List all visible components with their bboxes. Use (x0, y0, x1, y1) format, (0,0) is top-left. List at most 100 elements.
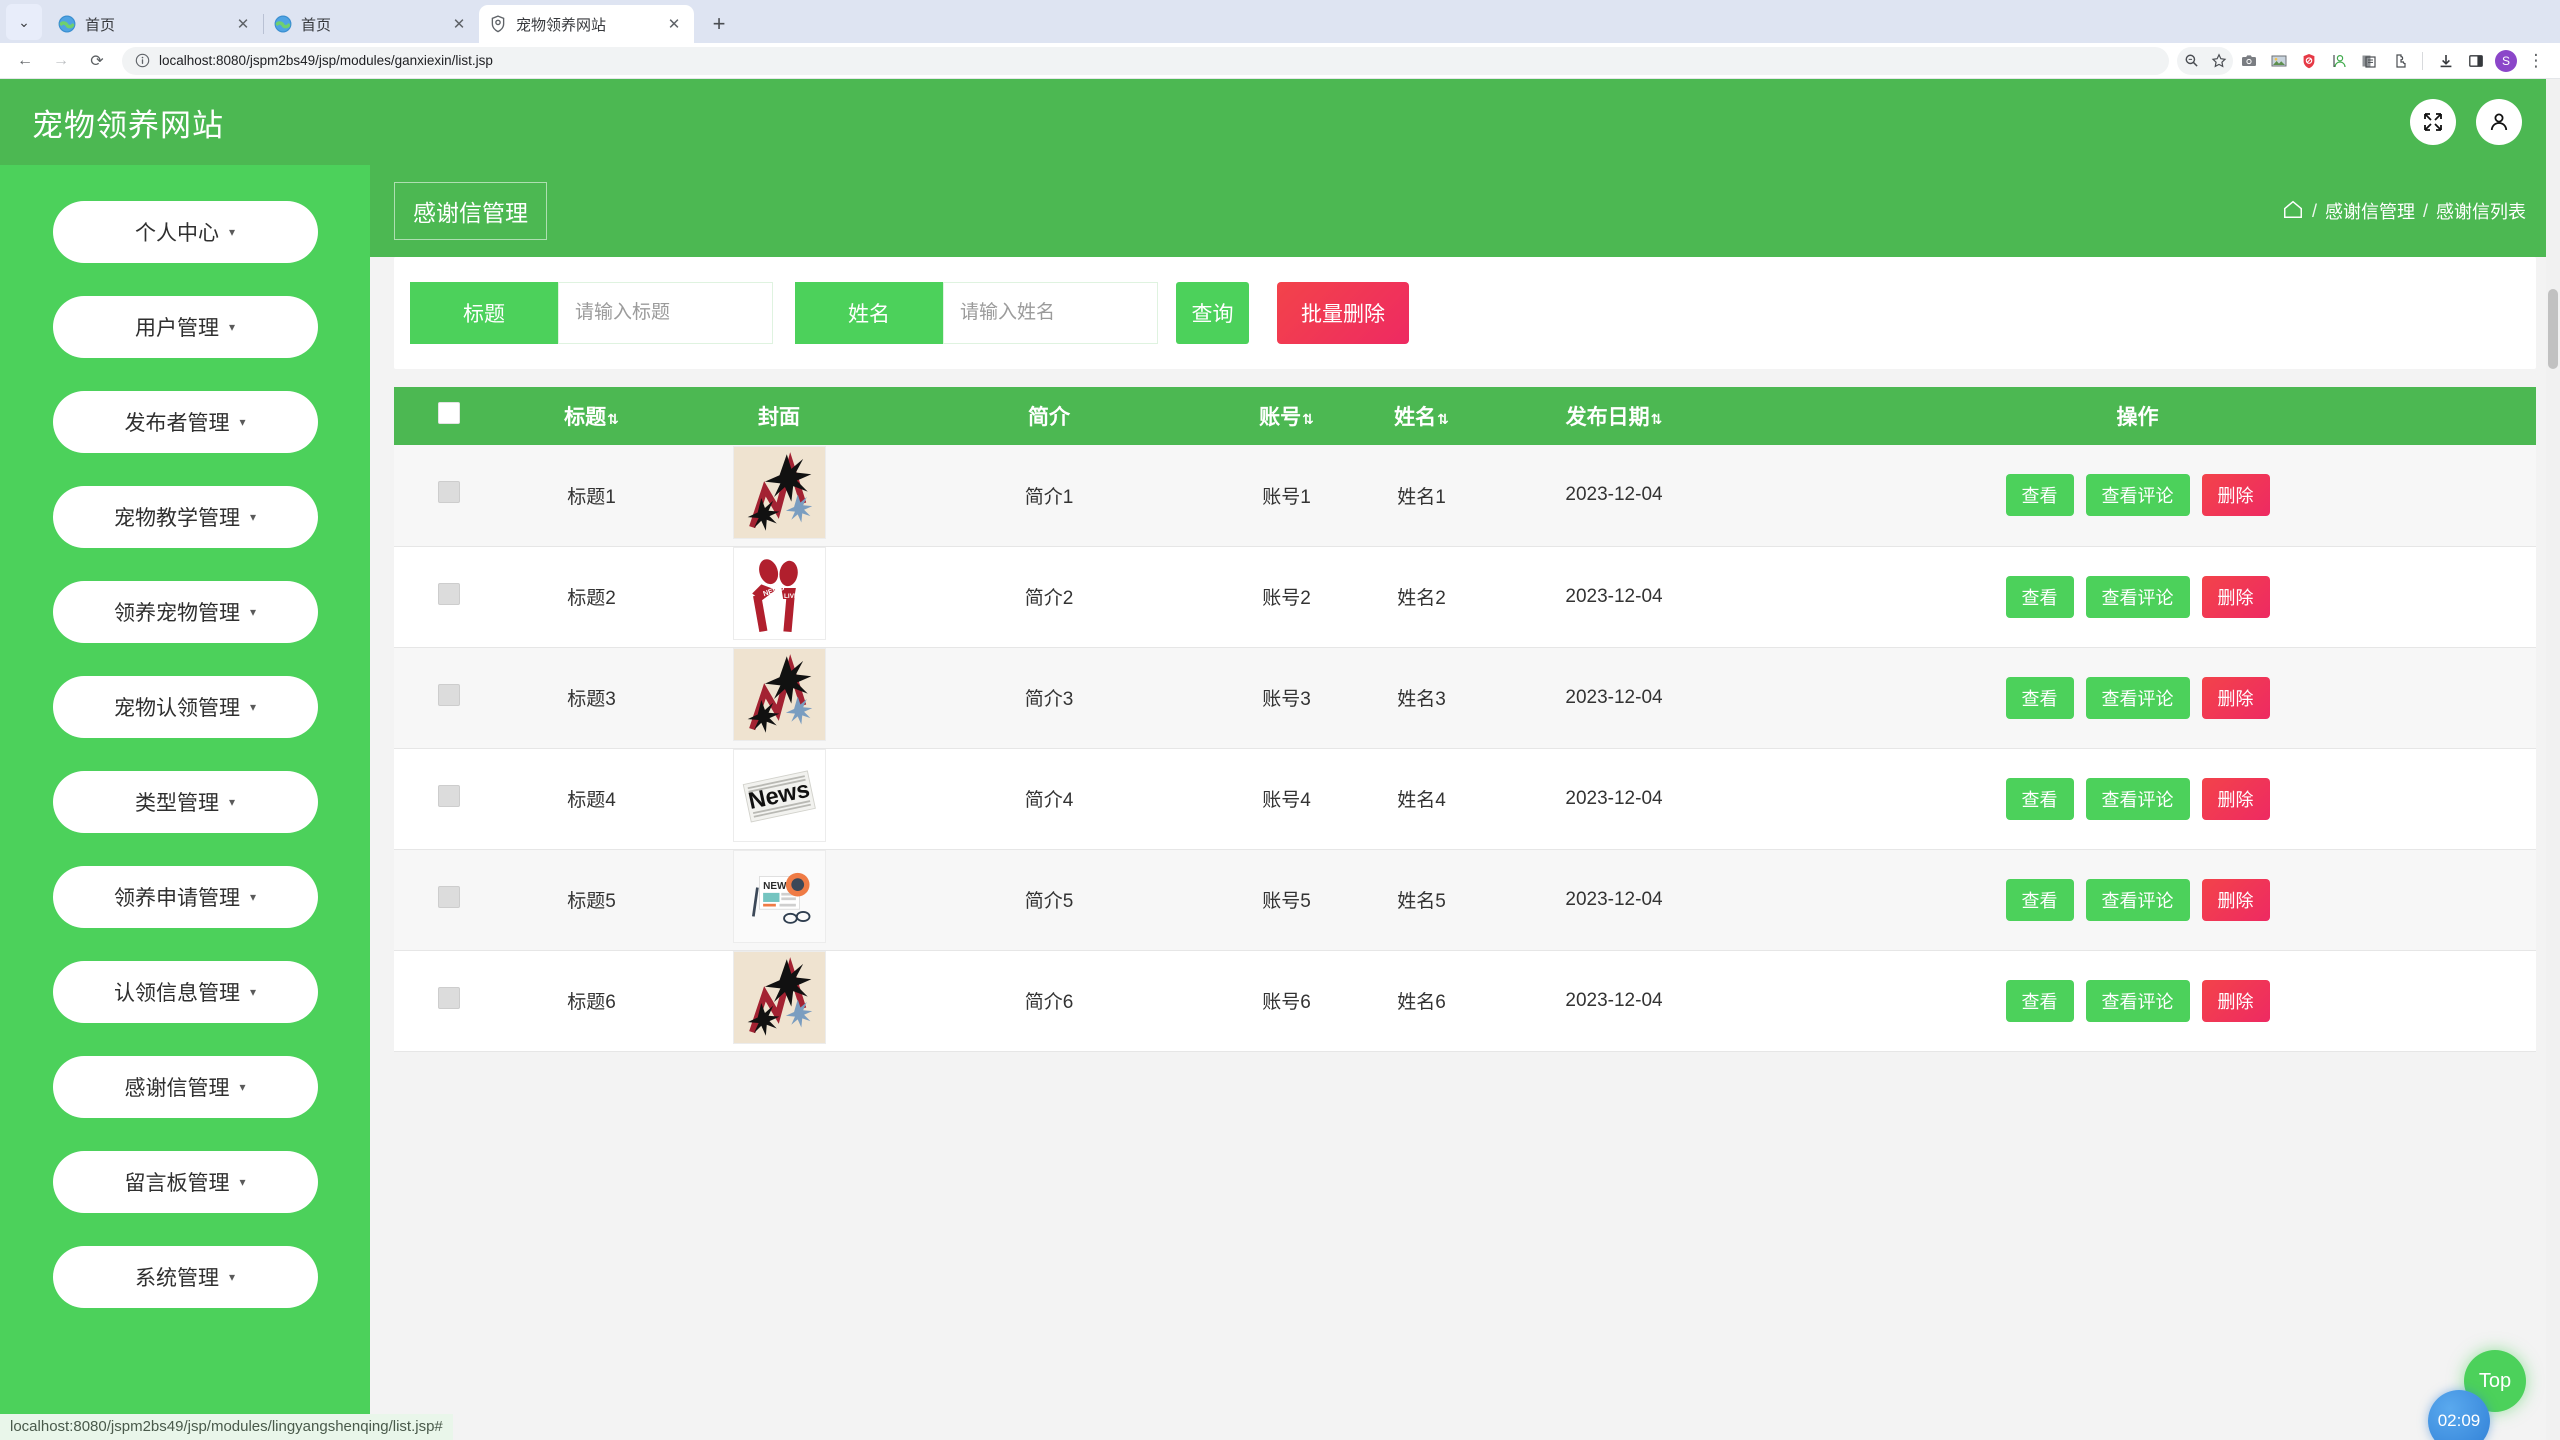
view-comments-button[interactable]: 查看评论 (2085, 979, 2190, 1022)
sort-icon[interactable]: ⇅ (1437, 411, 1449, 427)
delete-button[interactable]: 删除 (2201, 878, 2270, 921)
view-comments-button[interactable]: 查看评论 (2085, 575, 2190, 618)
view-button[interactable]: 查看 (2005, 676, 2074, 719)
delete-button[interactable]: 删除 (2201, 575, 2270, 618)
sidebar-item-personal-center[interactable]: 个人中心 ▾ (26, 194, 344, 270)
page-scrollbar-thumb[interactable] (2548, 289, 2558, 369)
chart-arrow-burst-image[interactable] (732, 951, 826, 1044)
delete-button[interactable]: 删除 (2201, 474, 2270, 517)
page-scrollbar[interactable] (2546, 79, 2560, 1440)
sidebar-item-adoption-application-management[interactable]: 领养申请管理 ▾ (26, 859, 344, 935)
view-button[interactable]: 查看 (2005, 575, 2074, 618)
row-checkbox[interactable] (438, 986, 460, 1009)
newspaper-news-image[interactable]: News (732, 749, 826, 842)
column-header-title[interactable]: 标题⇅ (504, 387, 679, 445)
row-checkbox[interactable] (438, 683, 460, 706)
view-comments-button[interactable]: 查看评论 (2085, 878, 2190, 921)
download-icon[interactable] (2432, 47, 2460, 75)
view-button[interactable]: 查看 (2005, 979, 2074, 1022)
delete-button[interactable]: 删除 (2201, 979, 2270, 1022)
delete-button[interactable]: 删除 (2201, 676, 2270, 719)
sidebar: 个人中心 ▾ 用户管理 ▾ 发布者管理 ▾ 宠物教学管理 ▾ 领养宠物管理 ▾ … (0, 165, 370, 1440)
view-button[interactable]: 查看 (2005, 474, 2074, 517)
breadcrumb-separator: / (2311, 200, 2317, 221)
cell-name: 姓名6 (1354, 950, 1489, 1052)
chevron-down-icon: ⌄ (18, 13, 30, 30)
sidebar-item-user-management[interactable]: 用户管理 ▾ (26, 289, 344, 365)
name-search-input[interactable] (943, 282, 1158, 344)
sidebar-item-label: 宠物教学管理 (113, 507, 240, 530)
cell-description: 简介3 (879, 647, 1219, 749)
address-bar[interactable]: localhost:8080/jspm2bs49/jsp/modules/gan… (122, 46, 2169, 75)
row-checkbox[interactable] (438, 582, 460, 605)
view-button[interactable]: 查看 (2005, 878, 2074, 921)
delete-button[interactable]: 删除 (2201, 777, 2270, 820)
zoom-search-icon[interactable] (2177, 47, 2205, 75)
row-select-cell (394, 647, 504, 749)
view-button[interactable]: 查看 (2005, 777, 2074, 820)
new-tab-button[interactable]: + (702, 7, 736, 41)
sidebar-item-publisher-management[interactable]: 发布者管理 ▾ (26, 384, 344, 460)
breadcrumb-item-1[interactable]: 感谢信管理 (2325, 198, 2415, 224)
view-comments-button[interactable]: 查看评论 (2085, 474, 2190, 517)
close-icon[interactable]: ✕ (449, 17, 469, 32)
query-button[interactable]: 查询 (1176, 282, 1249, 344)
news-microphones-live-image[interactable]: NEWS LIVE (732, 547, 826, 640)
sidebar-item-pet-teaching-management[interactable]: 宠物教学管理 ▾ (26, 479, 344, 555)
view-comments-button[interactable]: 查看评论 (2085, 777, 2190, 820)
sidebar-item-label: 发布者管理 (124, 412, 230, 435)
copy-pages-icon[interactable] (2355, 47, 2383, 75)
camera-icon[interactable] (2235, 47, 2263, 75)
side-panel-icon[interactable] (2462, 47, 2490, 75)
browser-tab-bar: ⌄ 首页 ✕ 首页 ✕ 宠物领养网站 ✕ + (0, 0, 2560, 43)
column-header-name[interactable]: 姓名⇅ (1354, 387, 1489, 445)
column-header-description: 简介 (879, 387, 1219, 445)
sidebar-item-message-board-management[interactable]: 留言板管理 ▾ (26, 1144, 344, 1220)
fullscreen-expand-icon[interactable] (2410, 99, 2456, 145)
browser-tab-1[interactable]: 首页 ✕ (48, 5, 263, 43)
sort-icon[interactable]: ⇅ (1651, 411, 1663, 427)
address-bar-url: localhost:8080/jspm2bs49/jsp/modules/gan… (159, 53, 493, 68)
chevron-down-icon: ▾ (249, 985, 257, 999)
cell-operations: 查看 查看评论 删除 (1739, 748, 2536, 850)
close-icon[interactable]: ✕ (233, 17, 253, 32)
column-header-publish-date[interactable]: 发布日期⇅ (1489, 387, 1739, 445)
profile-avatar[interactable]: S (2492, 47, 2520, 75)
row-checkbox[interactable] (438, 885, 460, 908)
row-checkbox[interactable] (438, 784, 460, 807)
news-flat-illustration-image[interactable]: NEWS (732, 850, 826, 943)
chart-arrow-burst-image[interactable] (732, 445, 826, 539)
batch-delete-button[interactable]: 批量删除 (1277, 282, 1409, 344)
chart-arrow-burst-image[interactable] (732, 648, 826, 741)
bookmark-star-icon[interactable] (2205, 47, 2233, 75)
sidebar-item-claim-info-management[interactable]: 认领信息管理 ▾ (26, 954, 344, 1030)
sidebar-item-type-management[interactable]: 类型管理 ▾ (26, 764, 344, 840)
shield-block-icon[interactable] (2295, 47, 2323, 75)
cell-title: 标题2 (504, 546, 679, 648)
puzzle-extension-icon[interactable] (2385, 47, 2413, 75)
user-account-icon[interactable] (2476, 99, 2522, 145)
tab-list-button[interactable]: ⌄ (6, 4, 42, 40)
site-info-icon[interactable] (134, 53, 150, 69)
select-all-checkbox[interactable] (438, 402, 460, 424)
close-icon[interactable]: ✕ (664, 17, 684, 32)
image-icon[interactable] (2265, 47, 2293, 75)
sort-icon[interactable]: ⇅ (607, 411, 619, 427)
sidebar-item-pet-claim-management[interactable]: 宠物认领管理 ▾ (26, 669, 344, 745)
title-search-input[interactable] (558, 282, 773, 344)
browser-tab-2[interactable]: 首页 ✕ (264, 5, 479, 43)
browser-tab-3-active[interactable]: 宠物领养网站 ✕ (479, 5, 694, 43)
reload-button[interactable]: ⟳ (82, 46, 112, 76)
home-icon[interactable] (2282, 198, 2304, 225)
view-comments-button[interactable]: 查看评论 (2085, 676, 2190, 719)
column-header-account[interactable]: 账号⇅ (1219, 387, 1354, 445)
browser-menu-button[interactable]: ⋮ (2522, 47, 2550, 75)
sidebar-item-thankyou-letter-management[interactable]: 感谢信管理 ▾ (26, 1049, 344, 1125)
back-button[interactable]: ← (10, 46, 40, 76)
row-checkbox[interactable] (438, 481, 460, 504)
sidebar-item-adoption-pet-management[interactable]: 领养宠物管理 ▾ (26, 574, 344, 650)
forward-button[interactable]: → (46, 46, 76, 76)
sort-icon[interactable]: ⇅ (1302, 411, 1314, 427)
sidebar-item-system-management[interactable]: 系统管理 ▾ (26, 1239, 344, 1315)
user-green-icon[interactable] (2325, 47, 2353, 75)
